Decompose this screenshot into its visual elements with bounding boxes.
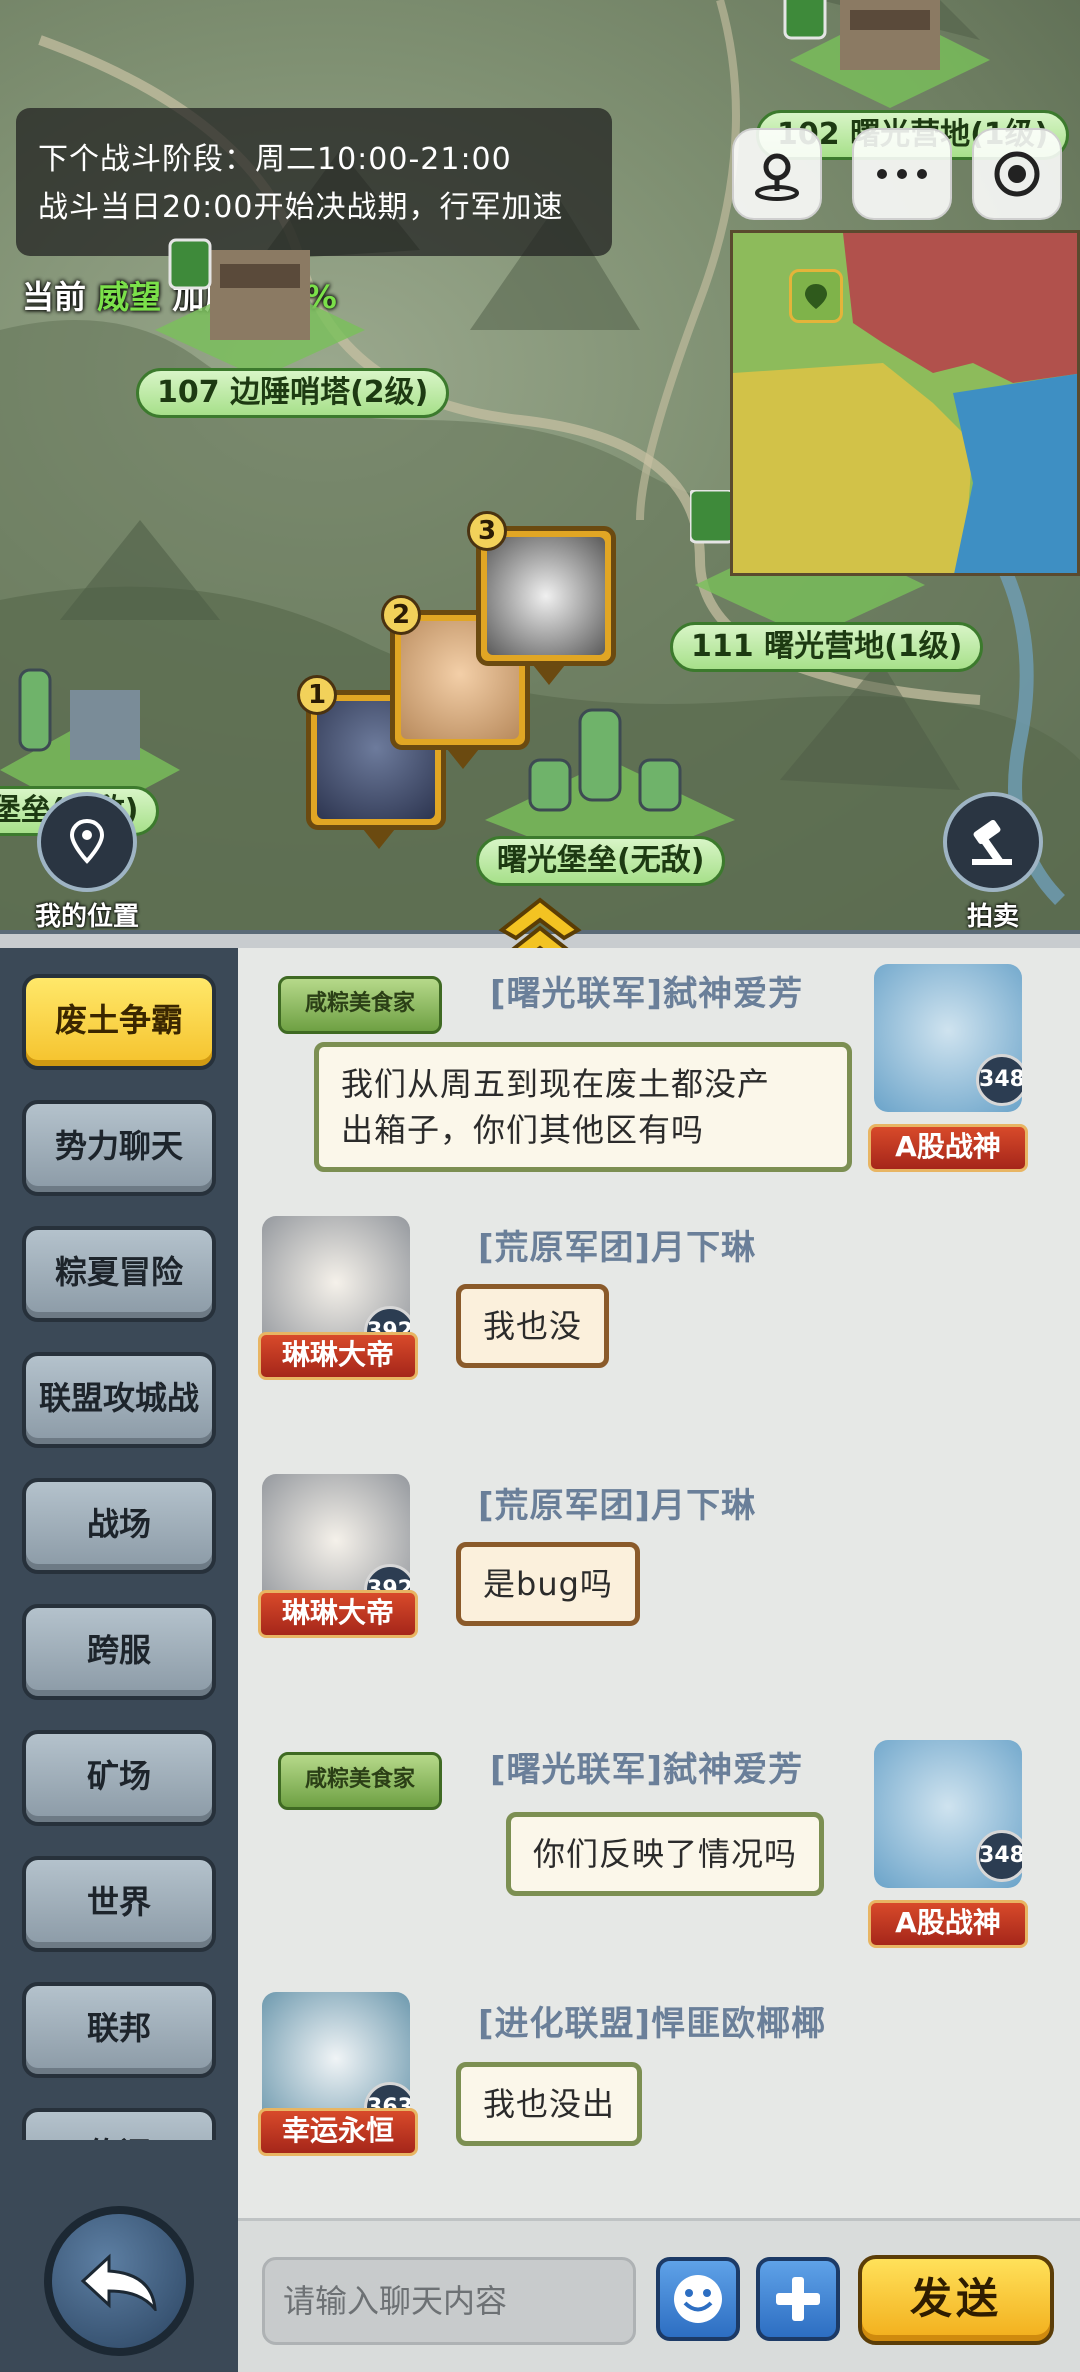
auction-button[interactable]: 拍卖 bbox=[930, 792, 1056, 930]
my-location-button[interactable]: 我的位置 bbox=[24, 792, 150, 930]
channel-tab-alliance-siege[interactable]: 联盟攻城战 bbox=[22, 1352, 216, 1448]
channel-tab-world[interactable]: 世界 bbox=[22, 1856, 216, 1952]
target-button[interactable] bbox=[972, 128, 1062, 220]
chat-message: 392 琳琳大帝 [荒原军团]月下琳 是bug吗 bbox=[238, 1464, 1080, 1694]
back-button[interactable] bbox=[44, 2206, 194, 2356]
chat-message: 咸粽美食家 [曙光联军]弑神爱芳 我们从周五到现在废土都没产 出箱子，你们其他区… bbox=[238, 948, 1080, 1188]
top-button-group bbox=[732, 128, 1062, 220]
hero-number-2: 2 bbox=[381, 595, 421, 635]
channel-tab-wasteland[interactable]: 废土争霸 bbox=[22, 974, 216, 1070]
watchtower-building-107[interactable] bbox=[150, 230, 370, 380]
minimap[interactable] bbox=[730, 230, 1080, 576]
send-button[interactable]: 发送 bbox=[858, 2255, 1054, 2345]
chat-message-list[interactable]: 咸粽美食家 [曙光联军]弑神爱芳 我们从周五到现在废土都没产 出箱子，你们其他区… bbox=[238, 948, 1080, 2218]
auction-label: 拍卖 bbox=[966, 902, 1019, 930]
channel-tab-faction[interactable]: 势力聊天 bbox=[22, 1100, 216, 1196]
back-arrow-icon bbox=[80, 2253, 157, 2311]
chat-message: 咸粽美食家 [曙光联军]弑神爱芳 你们反映了情况吗 348 A股战神 bbox=[238, 1724, 1080, 1964]
message-text: 我也没 bbox=[483, 1307, 583, 1345]
battle-phase-text: 下个战斗阶段：周二10:00-21:00 bbox=[38, 142, 512, 177]
message-bubble: 你们反映了情况吗 bbox=[506, 1812, 825, 1896]
more-icon bbox=[877, 169, 927, 179]
map-pin-button[interactable] bbox=[732, 128, 822, 220]
message-text: 我也没出 bbox=[483, 2085, 616, 2123]
message-text-line: 我们从周五到现在废土都没产 bbox=[341, 1065, 771, 1103]
message-text-line: 出箱子，你们其他区有吗 bbox=[341, 1111, 705, 1149]
my-location-label: 我的位置 bbox=[34, 902, 139, 930]
hero-number-1: 1 bbox=[297, 675, 337, 715]
location-pin-icon bbox=[789, 269, 843, 323]
location-icon bbox=[37, 792, 137, 892]
map-pin-icon bbox=[755, 153, 799, 201]
channel-tab-mine[interactable]: 矿场 bbox=[22, 1730, 216, 1826]
channel-tab-cross-server[interactable]: 跨服 bbox=[22, 1604, 216, 1700]
avatar-title: 琳琳大帝 bbox=[258, 1332, 418, 1380]
message-sender: [进化联盟]悍匪欧椰椰 bbox=[478, 2004, 827, 2044]
hero-number-3: 3 bbox=[467, 511, 507, 551]
chat-input-bar: 请输入聊天内容 发送 bbox=[238, 2218, 1080, 2372]
chat-message: 363 幸运永恒 [进化联盟]悍匪欧椰椰 我也没出 bbox=[238, 1982, 1080, 2218]
message-text: 是bug吗 bbox=[483, 1565, 613, 1603]
avatar-level: 348 bbox=[976, 1830, 1022, 1882]
message-text: 你们反映了情况吗 bbox=[533, 1835, 798, 1873]
chat-input[interactable]: 请输入聊天内容 bbox=[262, 2257, 636, 2345]
message-bubble: 是bug吗 bbox=[456, 1542, 640, 1626]
battle-note-text: 战斗当日20:00开始决战期，行军加速 bbox=[38, 190, 564, 225]
panda-portrait bbox=[487, 537, 605, 655]
avatar-title: A股战神 bbox=[868, 1124, 1028, 1172]
add-button[interactable] bbox=[756, 2257, 840, 2341]
avatar-title: 幸运永恒 bbox=[258, 2108, 418, 2156]
node-label-107[interactable]: 107 边陲哨塔(2级) bbox=[136, 368, 450, 418]
node-label-111[interactable]: 111 曙光营地(1级) bbox=[670, 622, 984, 672]
avatar[interactable]: 348 bbox=[874, 1740, 1022, 1888]
avatar[interactable]: 348 bbox=[874, 964, 1022, 1112]
target-icon bbox=[994, 151, 1040, 197]
more-button[interactable] bbox=[852, 128, 952, 220]
avatar-title: A股战神 bbox=[868, 1900, 1028, 1948]
avatar-level: 348 bbox=[976, 1054, 1022, 1106]
world-map[interactable]: 下个战斗阶段：周二10:00-21:00 战斗当日20:00开始决战期，行军加速… bbox=[0, 0, 1080, 930]
channel-tab-summer-adventure[interactable]: 粽夏冒险 bbox=[22, 1226, 216, 1322]
message-bubble: 我也没出 bbox=[456, 2062, 643, 2146]
message-bubble: 我也没 bbox=[456, 1284, 610, 1368]
bonus-prefix: 当前 bbox=[22, 278, 87, 316]
message-sender: [曙光联军]弑神爱芳 bbox=[490, 1750, 804, 1790]
plus-icon bbox=[776, 2277, 820, 2321]
chat-message: 392 琳琳大帝 [荒原军团]月下琳 我也没 bbox=[238, 1206, 1080, 1436]
message-sender: [荒原军团]月下琳 bbox=[478, 1486, 757, 1526]
message-sender: [曙光联军]弑神爱芳 bbox=[490, 974, 804, 1014]
emoji-button[interactable] bbox=[656, 2257, 740, 2341]
camp-building-102[interactable] bbox=[780, 0, 1000, 110]
title-badge: 咸粽美食家 bbox=[278, 1752, 443, 1810]
smiley-icon bbox=[674, 2275, 722, 2323]
hero-marker-3[interactable]: 3 bbox=[467, 511, 616, 685]
channel-tab-federation[interactable]: 联邦 bbox=[22, 1982, 216, 2078]
message-bubble: 我们从周五到现在废土都没产 出箱子，你们其他区有吗 bbox=[314, 1042, 852, 1172]
avatar-title: 琳琳大帝 bbox=[258, 1590, 418, 1638]
message-sender: [荒原军团]月下琳 bbox=[478, 1228, 757, 1268]
node-label-fortress-dawn[interactable]: 曙光堡垒(无敌) bbox=[476, 836, 726, 886]
title-badge: 咸粽美食家 bbox=[278, 976, 443, 1034]
gavel-icon bbox=[943, 792, 1043, 892]
channel-tab-battlefield[interactable]: 战场 bbox=[22, 1478, 216, 1574]
